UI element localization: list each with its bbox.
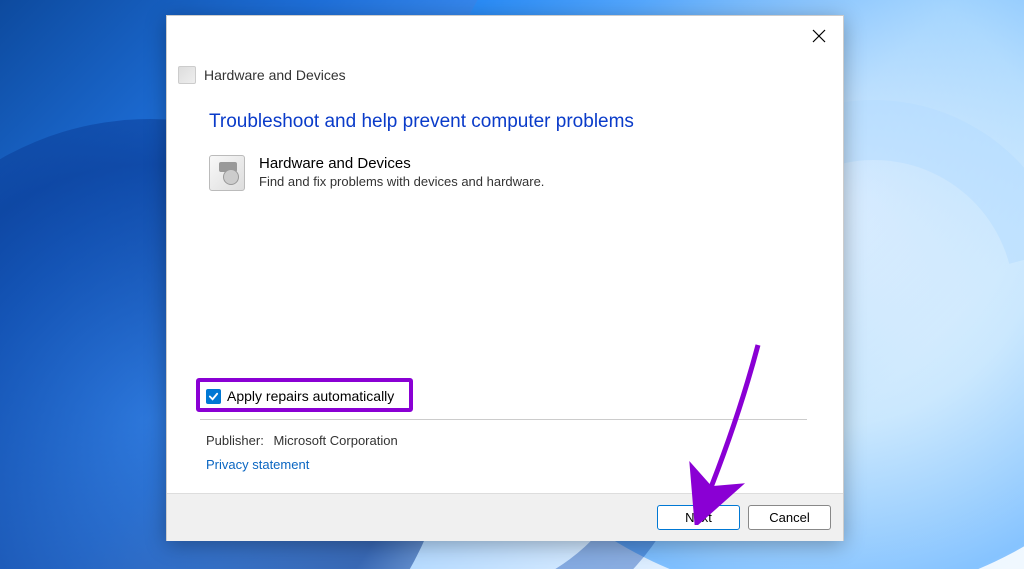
description-title: Hardware and Devices — [259, 155, 801, 172]
apply-repairs-label: Apply repairs automatically — [227, 388, 394, 404]
description-row: Hardware and Devices Find and fix proble… — [209, 155, 801, 191]
description-text: Find and fix problems with devices and h… — [259, 174, 801, 189]
dialog-title: Hardware and Devices — [204, 67, 346, 83]
publisher-value: Microsoft Corporation — [273, 433, 397, 448]
next-button[interactable]: Next — [657, 505, 740, 530]
dialog-header: Hardware and Devices — [167, 52, 843, 104]
button-bar: Next Cancel — [167, 493, 843, 541]
dialog-content: Troubleshoot and help prevent computer p… — [167, 104, 843, 540]
apply-repairs-row: Apply repairs automatically — [206, 388, 394, 404]
divider — [200, 419, 807, 420]
publisher-label: Publisher: — [206, 433, 264, 448]
hardware-icon — [178, 66, 196, 84]
titlebar — [167, 16, 843, 52]
main-heading: Troubleshoot and help prevent computer p… — [209, 111, 801, 133]
publisher-info: Publisher: Microsoft Corporation — [206, 433, 398, 448]
cancel-button[interactable]: Cancel — [748, 505, 831, 530]
apply-repairs-checkbox[interactable] — [206, 389, 221, 404]
privacy-link[interactable]: Privacy statement — [206, 457, 309, 472]
close-button[interactable] — [807, 24, 831, 48]
devices-icon — [209, 155, 245, 191]
